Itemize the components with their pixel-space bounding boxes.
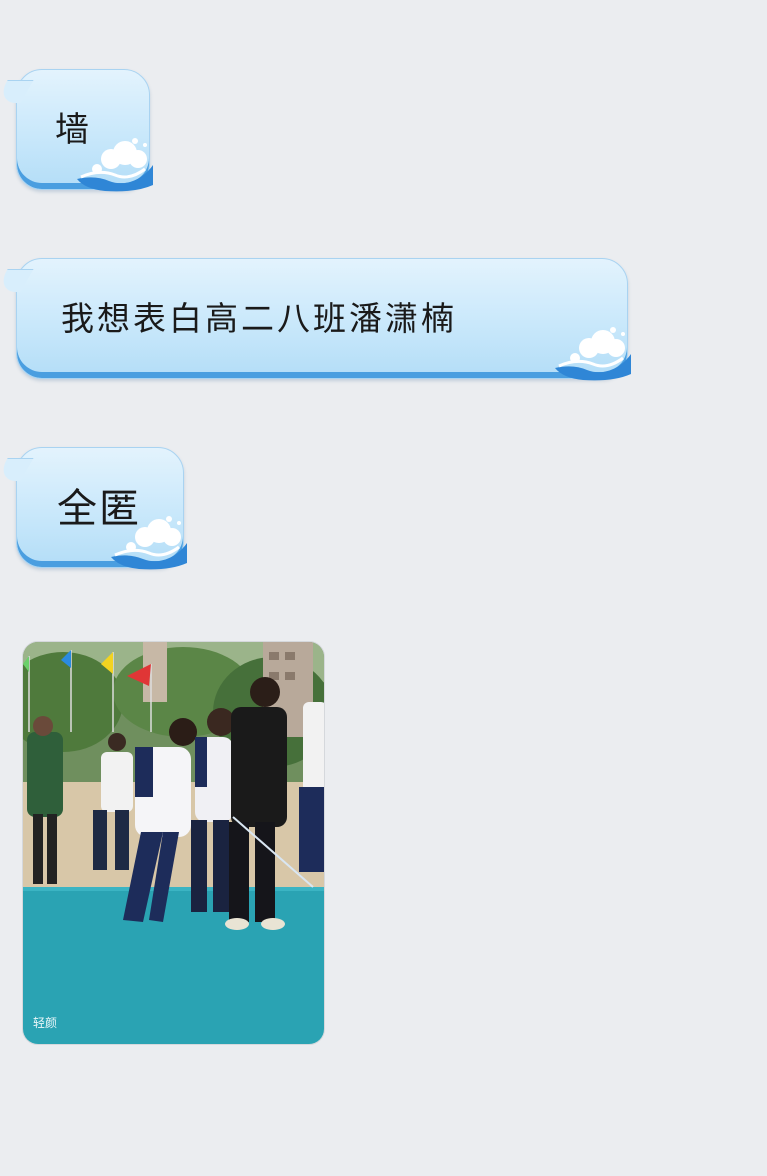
image-message[interactable]: 轻颜 — [22, 641, 325, 1045]
message-bubble[interactable]: 我想表白高二八班潘潇楠 — [16, 258, 631, 381]
sports-field-photo-icon: 轻颜 — [23, 642, 324, 1044]
wave-cloud-decoration-icon — [111, 516, 187, 570]
wave-cloud-decoration-icon — [555, 327, 631, 381]
message-text: 我想表白高二八班潘潇楠 — [61, 298, 457, 338]
wave-cloud-decoration-icon — [77, 138, 153, 192]
message-bubble[interactable]: 全匿 — [16, 447, 187, 570]
watermark-text: 轻颜 — [33, 1015, 57, 1030]
message-bubble[interactable]: 墙 — [16, 69, 153, 192]
